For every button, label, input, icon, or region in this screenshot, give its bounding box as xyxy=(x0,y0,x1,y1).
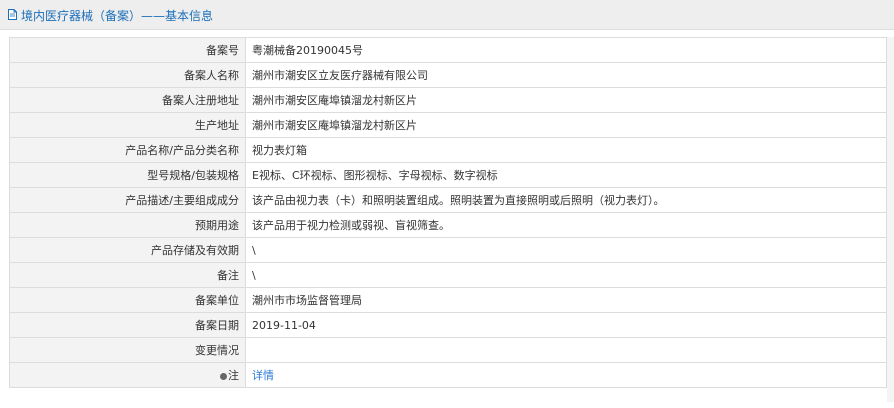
field-label: 备案号 xyxy=(9,37,246,63)
table-row: 型号规格/包装规格 E视标、C环视标、图形视标、字母视标、数字视标 xyxy=(9,162,887,188)
note-label-cell: 注 xyxy=(9,362,246,388)
field-value: \ xyxy=(245,262,887,288)
field-value: 该产品由视力表（卡）和照明装置组成。照明装置为直接照明或后照明（视力表灯）。 xyxy=(245,187,887,213)
table-row: 产品名称/产品分类名称 视力表灯箱 xyxy=(9,137,887,163)
field-value: 该产品用于视力检测或弱视、盲视筛查。 xyxy=(245,212,887,238)
field-value: 2019-11-04 xyxy=(245,312,887,338)
bullet-icon xyxy=(220,372,227,380)
field-value: 视力表灯箱 xyxy=(245,137,887,163)
table-row: 产品存储及有效期 \ xyxy=(9,237,887,263)
field-label: 产品描述/主要组成成分 xyxy=(9,187,246,213)
field-label: 型号规格/包装规格 xyxy=(9,162,246,188)
table-row: 备案号 粤潮械备20190045号 xyxy=(9,37,887,63)
table-row: 生产地址 潮州市潮安区庵埠镇溜龙村新区片 xyxy=(9,112,887,138)
table-row: 备注 \ xyxy=(9,262,887,288)
field-value: 粤潮械备20190045号 xyxy=(245,37,887,63)
field-label: 生产地址 xyxy=(9,112,246,138)
note-row: 注详情 xyxy=(9,362,887,388)
field-label: 备案日期 xyxy=(9,312,246,338)
document-icon xyxy=(8,9,17,20)
field-label: 变更情况 xyxy=(9,337,246,363)
field-label: 备案人注册地址 xyxy=(9,87,246,113)
field-label: 产品存储及有效期 xyxy=(9,237,246,263)
table-row: 变更情况 xyxy=(9,337,887,363)
page-title: 境内医疗器械（备案）——基本信息 xyxy=(21,9,214,23)
table-row: 产品描述/主要组成成分 该产品由视力表（卡）和照明装置组成。照明装置为直接照明或后… xyxy=(9,187,887,213)
info-table: 备案号 粤潮械备20190045号 备案人名称 潮州市潮安区立友医疗器械有限公司 备案人… xyxy=(9,37,887,388)
field-label: 备案单位 xyxy=(9,287,246,313)
note-value-cell: 详情 xyxy=(245,362,887,388)
table-row: 预期用途 该产品用于视力检测或弱视、盲视筛查。 xyxy=(9,212,887,238)
field-value: 潮州市潮安区庵埠镇溜龙村新区片 xyxy=(245,87,887,113)
table-row: 备案日期 2019-11-04 xyxy=(9,312,887,338)
field-value: \ xyxy=(245,237,887,263)
field-label: 预期用途 xyxy=(9,212,246,238)
table-row: 备案人注册地址 潮州市潮安区庵埠镇溜龙村新区片 xyxy=(9,87,887,113)
table-row: 备案人名称 潮州市潮安区立友医疗器械有限公司 xyxy=(9,62,887,88)
details-link[interactable]: 详情 xyxy=(252,369,274,382)
field-value xyxy=(245,337,887,363)
field-value: 潮州市潮安区立友医疗器械有限公司 xyxy=(245,62,887,88)
field-label: 备注 xyxy=(9,262,246,288)
scrollbar-track[interactable] xyxy=(887,37,894,402)
field-value: 潮州市潮安区庵埠镇溜龙村新区片 xyxy=(245,112,887,138)
note-label: 注 xyxy=(228,369,239,382)
field-value: E视标、C环视标、图形视标、字母视标、数字视标 xyxy=(245,162,887,188)
field-label: 备案人名称 xyxy=(9,62,246,88)
table-row: 备案单位 潮州市市场监督管理局 xyxy=(9,287,887,313)
field-label: 产品名称/产品分类名称 xyxy=(9,137,246,163)
field-value: 潮州市市场监督管理局 xyxy=(245,287,887,313)
page-header: 境内医疗器械（备案）——基本信息 xyxy=(0,0,894,30)
